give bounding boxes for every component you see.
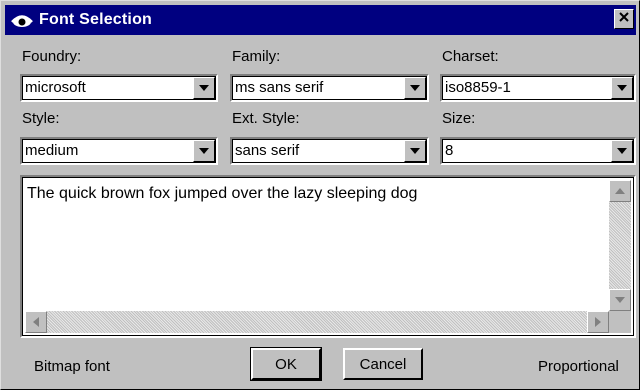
size-select[interactable]: 8 xyxy=(440,137,636,165)
scroll-down-button[interactable] xyxy=(609,289,631,311)
scrollbar-corner xyxy=(609,311,631,333)
style-value: medium xyxy=(25,142,79,159)
foundry-dropdown-button[interactable] xyxy=(193,77,215,99)
chevron-down-icon xyxy=(410,148,420,154)
charset-label: Charset: xyxy=(442,48,499,65)
arrow-up-icon xyxy=(615,188,625,194)
scroll-right-button[interactable] xyxy=(587,311,609,333)
preview-sample-text: The quick brown fox jumped over the lazy… xyxy=(27,185,418,202)
chevron-down-icon xyxy=(410,85,420,91)
chevron-down-icon xyxy=(199,85,209,91)
chevron-down-icon xyxy=(199,148,209,154)
ext-style-value: sans serif xyxy=(235,142,300,159)
close-button[interactable] xyxy=(614,9,634,29)
style-dropdown-button[interactable] xyxy=(193,140,215,162)
font-type-status: Bitmap font xyxy=(34,358,110,375)
charset-dropdown-button[interactable] xyxy=(611,77,633,99)
ext-style-label: Ext. Style: xyxy=(232,110,300,127)
close-icon xyxy=(618,10,630,28)
eye-icon xyxy=(11,11,33,29)
chevron-down-icon xyxy=(617,85,627,91)
arrow-left-icon xyxy=(33,317,39,327)
font-selection-dialog: Font Selection Foundry: microsoft Family… xyxy=(0,0,640,390)
ok-button[interactable]: OK xyxy=(250,347,322,381)
charset-value: iso8859-1 xyxy=(445,79,511,96)
chevron-down-icon xyxy=(617,148,627,154)
charset-select[interactable]: iso8859-1 xyxy=(440,74,636,102)
family-label: Family: xyxy=(232,48,281,65)
family-select[interactable]: ms sans serif xyxy=(230,74,429,102)
foundry-select[interactable]: microsoft xyxy=(20,74,218,102)
dialog-title: Font Selection xyxy=(39,11,153,28)
preview-text-area[interactable]: The quick brown fox jumped over the lazy… xyxy=(20,175,636,338)
size-value: 8 xyxy=(445,142,454,159)
scroll-up-button[interactable] xyxy=(609,180,631,202)
size-dropdown-button[interactable] xyxy=(611,140,633,162)
family-dropdown-button[interactable] xyxy=(404,77,426,99)
scroll-left-button[interactable] xyxy=(25,311,47,333)
horizontal-scrollbar[interactable] xyxy=(25,311,609,333)
size-label: Size: xyxy=(442,110,476,127)
foundry-label: Foundry: xyxy=(22,48,82,65)
vertical-scrollbar[interactable] xyxy=(609,180,631,311)
style-label: Style: xyxy=(22,110,60,127)
ext-style-select[interactable]: sans serif xyxy=(230,137,429,165)
style-select[interactable]: medium xyxy=(20,137,218,165)
arrow-right-icon xyxy=(595,317,601,327)
title-bar[interactable]: Font Selection xyxy=(5,5,636,35)
cancel-button[interactable]: Cancel xyxy=(343,348,423,380)
ext-style-dropdown-button[interactable] xyxy=(404,140,426,162)
arrow-down-icon xyxy=(615,297,625,303)
spacing-status: Proportional xyxy=(538,358,619,375)
foundry-value: microsoft xyxy=(25,79,86,96)
family-value: ms sans serif xyxy=(235,79,324,96)
